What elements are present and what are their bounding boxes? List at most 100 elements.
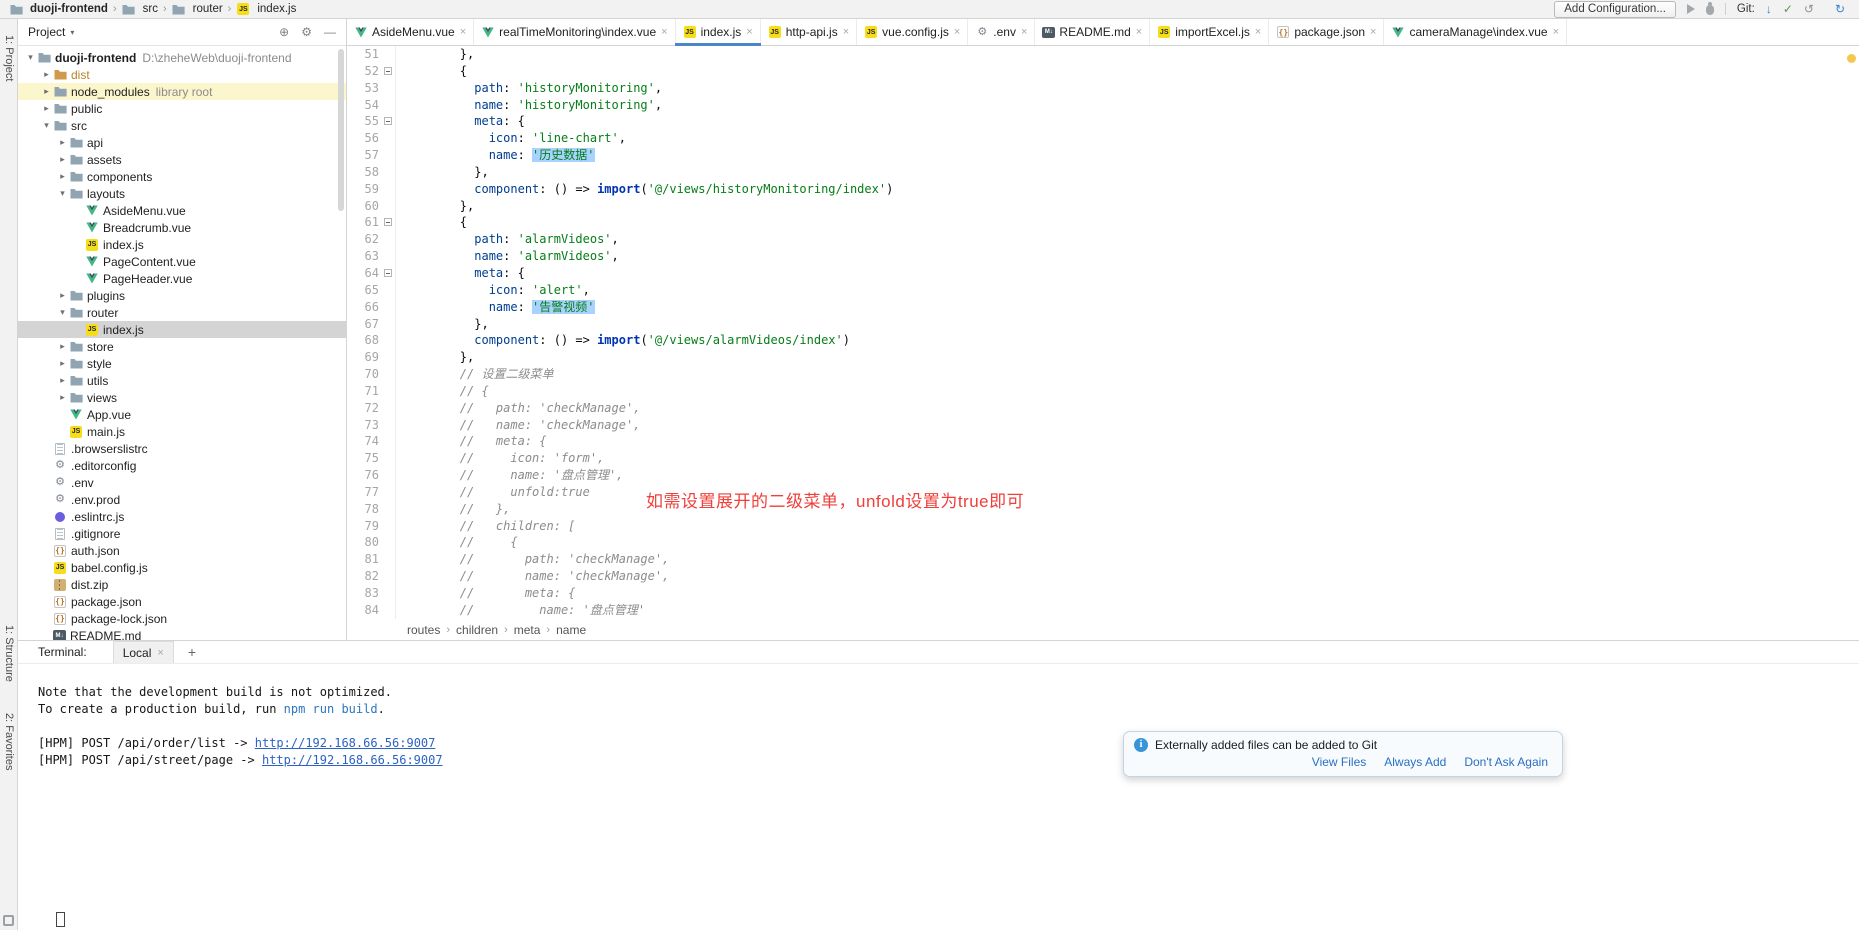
debug-icon[interactable]: [1706, 5, 1714, 15]
tree-item-babel-config-js[interactable]: JSbabel.config.js: [18, 559, 346, 576]
code-text[interactable]: },: [396, 349, 474, 366]
code-text[interactable]: // meta: {: [396, 585, 575, 602]
terminal-tab-local[interactable]: Local ×: [113, 641, 174, 663]
tree-item-node-modules[interactable]: ▸node_moduleslibrary root: [18, 83, 346, 100]
breadcrumb-item-src[interactable]: src: [122, 3, 158, 16]
close-icon[interactable]: ×: [157, 647, 163, 659]
breadcrumb-item-children[interactable]: children: [456, 623, 498, 637]
new-terminal-button[interactable]: +: [188, 644, 196, 660]
chevron-down-icon[interactable]: ▾: [56, 188, 69, 199]
tree-item-asidemenu-vue[interactable]: AsideMenu.vue: [18, 202, 346, 219]
editor-tab-readme-md[interactable]: M↓README.md×: [1035, 19, 1150, 45]
breadcrumb-item-duoji-frontend[interactable]: duoji-frontend: [9, 3, 108, 16]
tree-item-auth-json[interactable]: {}auth.json: [18, 542, 346, 559]
code-text[interactable]: path: 'alarmVideos',: [396, 231, 619, 248]
editor-tab-cameramanage-index-vue[interactable]: cameraManage\index.vue×: [1384, 19, 1567, 45]
editor-tab-vue-config-js[interactable]: JSvue.config.js×: [857, 19, 968, 45]
code-text[interactable]: component: () => import('@/views/alarmVi…: [396, 332, 850, 349]
chevron-right-icon[interactable]: ▸: [56, 358, 69, 369]
tree-item-browserslistrc[interactable]: .browserslistrc: [18, 440, 346, 457]
tree-item-components[interactable]: ▸components: [18, 168, 346, 185]
tree-item-env[interactable]: ⚙.env: [18, 474, 346, 491]
breadcrumb-item-routes[interactable]: routes: [407, 623, 440, 637]
editor-tab-package-json[interactable]: {}package.json×: [1269, 19, 1384, 45]
code-text[interactable]: {: [396, 214, 467, 231]
project-scrollbar[interactable]: [338, 49, 344, 211]
code-text[interactable]: // {: [396, 534, 518, 551]
tree-item-readme-md[interactable]: M↓README.md: [18, 627, 346, 640]
tree-item-editorconfig[interactable]: ⚙.editorconfig: [18, 457, 346, 474]
code-text[interactable]: path: 'historyMonitoring',: [396, 80, 662, 97]
code-text[interactable]: // name: '盘点管理',: [396, 467, 623, 484]
editor-tab-realtimemonitoring-index-vue[interactable]: realTimeMonitoring\index.vue×: [474, 19, 675, 45]
chevron-right-icon[interactable]: ▸: [56, 341, 69, 352]
close-icon[interactable]: ×: [1370, 26, 1376, 38]
code-text[interactable]: },: [396, 46, 474, 63]
add-configuration-button[interactable]: Add Configuration...: [1554, 1, 1676, 18]
code-text[interactable]: // icon: 'form',: [396, 450, 604, 467]
fold-marker-icon[interactable]: [384, 117, 392, 125]
chevron-right-icon[interactable]: ▸: [40, 103, 53, 114]
settings-gear-icon[interactable]: ⚙: [301, 25, 312, 39]
code-text[interactable]: // path: 'checkManage',: [396, 551, 669, 568]
editor-tab-importexcel-js[interactable]: JSimportExcel.js×: [1150, 19, 1269, 45]
tree-item-store[interactable]: ▸store: [18, 338, 346, 355]
code-text[interactable]: name: 'alarmVideos',: [396, 248, 619, 265]
code-text[interactable]: // 设置二级菜单: [396, 366, 553, 383]
code-text[interactable]: component: () => import('@/views/history…: [396, 181, 893, 198]
toolwindow-project-button[interactable]: 1: Project: [3, 35, 15, 81]
hide-panel-icon[interactable]: —: [324, 25, 336, 39]
breadcrumb-item-index-js[interactable]: JSindex.js: [236, 3, 296, 15]
tree-item-package-json[interactable]: {}package.json: [18, 593, 346, 610]
code-text[interactable]: },: [396, 316, 489, 333]
chevron-right-icon[interactable]: ▸: [56, 290, 69, 301]
close-icon[interactable]: ×: [1553, 26, 1559, 38]
tree-item-style[interactable]: ▸style: [18, 355, 346, 372]
tree-item-utils[interactable]: ▸utils: [18, 372, 346, 389]
editor-tab-env[interactable]: ⚙.env×: [968, 19, 1035, 45]
breadcrumb-item-router[interactable]: router: [172, 3, 223, 16]
terminal-link[interactable]: http://192.168.66.56:9007: [255, 736, 436, 750]
close-icon[interactable]: ×: [843, 26, 849, 38]
code-text[interactable]: // name: 'checkManage',: [396, 417, 640, 434]
tree-item-gitignore[interactable]: .gitignore: [18, 525, 346, 542]
chevron-right-icon[interactable]: ▸: [40, 86, 53, 97]
chevron-down-icon[interactable]: ▾: [40, 120, 53, 131]
toolwindow-structure-button[interactable]: 1: Structure: [3, 625, 15, 682]
fold-marker-icon[interactable]: [384, 269, 392, 277]
chevron-right-icon[interactable]: ▸: [56, 154, 69, 165]
tree-item-pagecontent-vue[interactable]: PageContent.vue: [18, 253, 346, 270]
code-text[interactable]: name: '历史数据': [396, 147, 595, 164]
close-icon[interactable]: ×: [1255, 26, 1261, 38]
tree-item-app-vue[interactable]: App.vue: [18, 406, 346, 423]
chevron-right-icon[interactable]: ▸: [40, 69, 53, 80]
tree-item-env-prod[interactable]: ⚙.env.prod: [18, 491, 346, 508]
tree-item-package-lock-json[interactable]: {}package-lock.json: [18, 610, 346, 627]
close-icon[interactable]: ×: [460, 26, 466, 38]
breadcrumb-item-name[interactable]: name: [556, 623, 586, 637]
chevron-right-icon[interactable]: ▸: [56, 375, 69, 386]
terminal-link[interactable]: http://192.168.66.56:9007: [262, 753, 443, 767]
code-text[interactable]: {: [396, 63, 467, 80]
code-text[interactable]: meta: {: [396, 113, 525, 130]
tree-item-plugins[interactable]: ▸plugins: [18, 287, 346, 304]
chevron-right-icon[interactable]: ▸: [56, 171, 69, 182]
chevron-right-icon[interactable]: ▸: [56, 392, 69, 403]
code-text[interactable]: // meta: {: [396, 433, 547, 450]
code-text[interactable]: name: '告警视频': [396, 299, 595, 316]
close-icon[interactable]: ×: [954, 26, 960, 38]
tree-item-public[interactable]: ▸public: [18, 100, 346, 117]
chevron-down-icon[interactable]: ▾: [56, 307, 69, 318]
always-add-link[interactable]: Always Add: [1384, 755, 1446, 769]
tree-item-main-js[interactable]: JSmain.js: [18, 423, 346, 440]
terminal-output[interactable]: Note that the development build is not o…: [18, 664, 1859, 769]
tree-item-layouts[interactable]: ▾layouts: [18, 185, 346, 202]
code-text[interactable]: // path: 'checkManage',: [396, 400, 640, 417]
close-icon[interactable]: ×: [1021, 26, 1027, 38]
tree-item-dist[interactable]: ▸dist: [18, 66, 346, 83]
editor-tab-http-api-js[interactable]: JShttp-api.js×: [761, 19, 857, 45]
code-text[interactable]: // unfold:true: [396, 484, 590, 501]
dont-ask-again-link[interactable]: Don't Ask Again: [1464, 755, 1548, 769]
tree-item-index-js[interactable]: JSindex.js: [18, 236, 346, 253]
tree-item-src[interactable]: ▾src: [18, 117, 346, 134]
